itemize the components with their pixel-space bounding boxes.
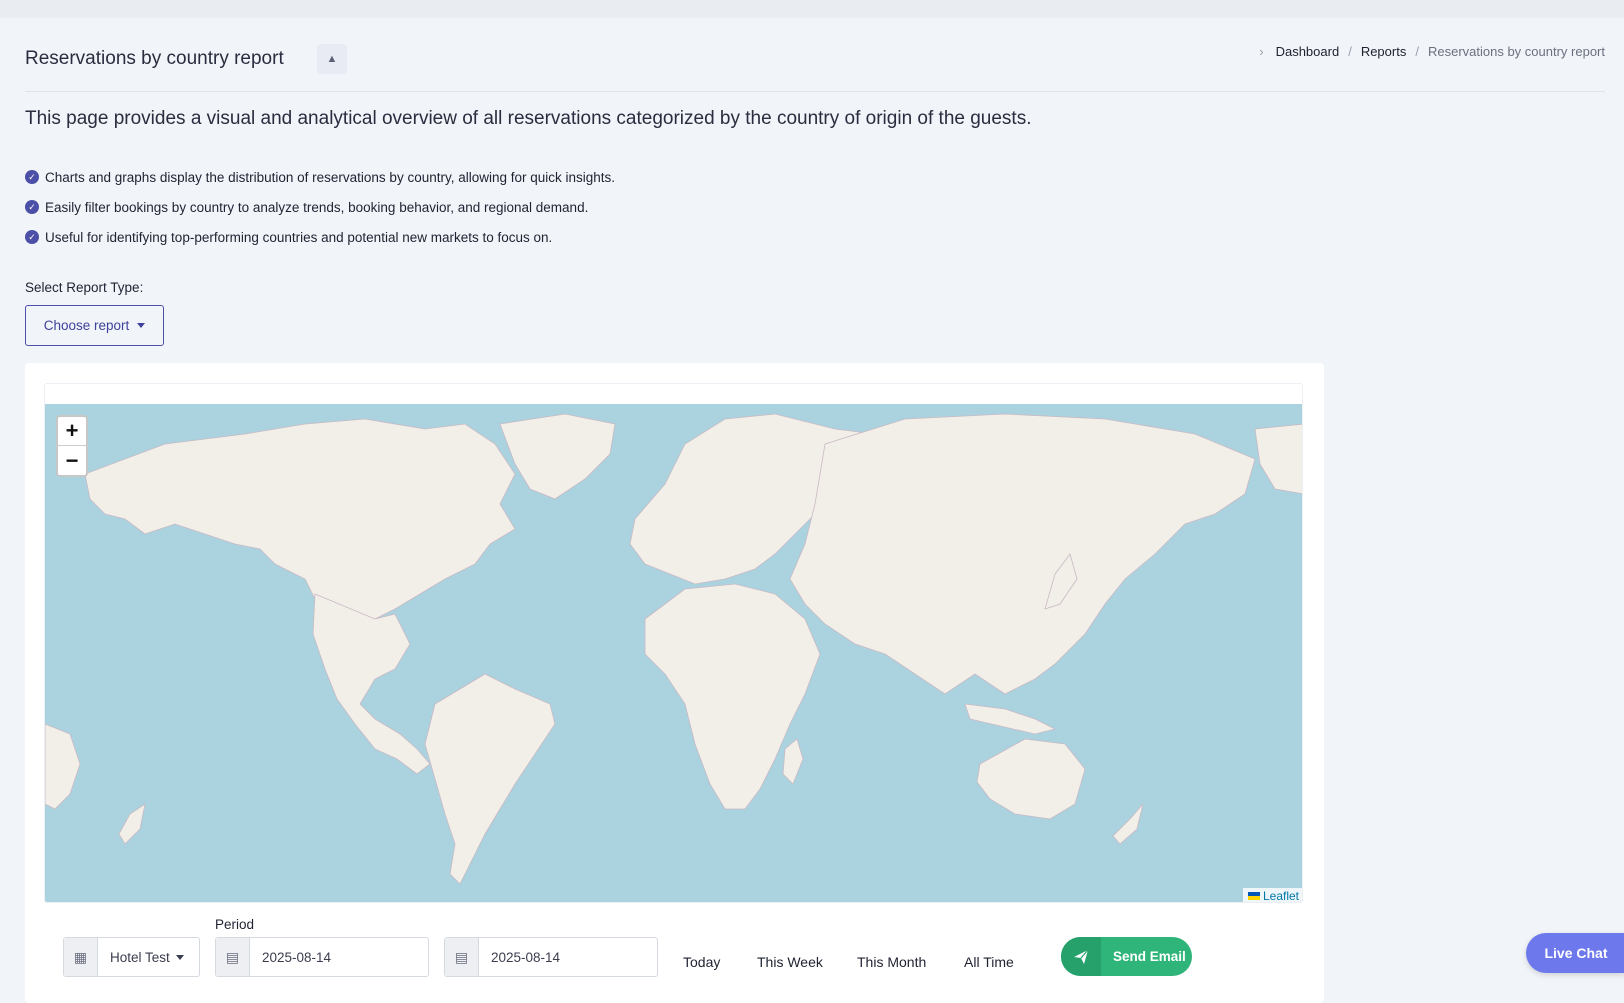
all-time-button[interactable]: All Time [964,947,1014,977]
send-email-label: Send Email [1113,949,1186,964]
feature-list: ✓ Charts and graphs display the distribu… [25,162,615,252]
land-australia [976,738,1086,820]
hotel-name: Hotel Test [110,949,170,965]
check-circle-icon: ✓ [25,170,39,184]
filter-controls: ▦ Hotel Test Period ▤ 2025-08-14 ▤ 2025-… [44,909,1303,999]
list-item-text: Useful for identifying top-performing co… [45,229,553,245]
world-map-tiles [45,413,1302,885]
land-madagascar [782,738,804,785]
report-type-label: Select Report Type: [25,280,144,295]
land-indonesia [964,703,1057,735]
land-south-america [424,673,556,885]
breadcrumb-separator: / [1415,44,1419,59]
today-button[interactable]: Today [683,947,720,977]
list-item-text: Charts and graphs display the distributi… [45,169,616,185]
send-email-button[interactable]: Send Email [1061,937,1192,976]
zoom-control: + − [56,415,88,477]
date-to-field[interactable]: ▤ 2025-08-14 [444,937,658,977]
period-label: Period [215,917,255,932]
list-item: ✓ Useful for identifying top-performing … [25,222,615,252]
page-title: Reservations by country report [25,48,284,69]
breadcrumb: › Dashboard / Reports / Reservations by … [1259,44,1605,59]
map-card: + − Leaflet ▦ Hotel Test Period ▤ 2025-0… [25,363,1324,1003]
ukraine-flag-icon [1247,892,1260,900]
land-greenland [499,413,616,500]
world-map[interactable]: + − Leaflet [45,404,1302,902]
caret-down-icon [137,323,146,328]
choose-report-dropdown[interactable]: Choose report [25,305,164,346]
map-container: + − Leaflet [44,383,1303,903]
check-circle-icon: ✓ [25,200,39,214]
land-central-america [312,593,431,775]
zoom-out-button[interactable]: − [58,446,86,475]
date-from-value[interactable]: 2025-08-14 [250,938,343,976]
chevron-right-icon: › [1259,44,1264,59]
page-header: Reservations by country report ▲ › Dashb… [25,44,1605,92]
date-from-field[interactable]: ▤ 2025-08-14 [215,937,429,977]
breadcrumb-separator: / [1348,44,1352,59]
land-alaska-right [1254,423,1302,495]
this-month-button[interactable]: This Month [857,947,926,977]
calendar-icon: ▤ [445,938,479,976]
choose-report-label: Choose report [43,318,130,333]
attribution-link[interactable]: Leaflet [1263,889,1299,902]
map-attribution[interactable]: Leaflet [1242,888,1302,902]
check-circle-icon: ✓ [25,230,39,244]
land-new-zealand [1112,803,1144,845]
land-asia [789,413,1256,695]
land-north-america [84,418,516,630]
hotel-select-value[interactable]: Hotel Test [98,938,196,976]
zoom-in-button[interactable]: + [58,417,86,446]
top-bar [0,0,1624,18]
list-item: ✓ Charts and graphs display the distribu… [25,162,615,192]
land-new-zealand-left [118,803,146,845]
list-item: ✓ Easily filter bookings by country to a… [25,192,615,222]
breadcrumb-current: Reservations by country report [1427,44,1605,59]
this-week-button[interactable]: This Week [757,947,823,977]
caret-down-icon [175,954,184,960]
land-australia-left [45,723,81,810]
list-item-text: Easily filter bookings by country to ana… [45,199,589,215]
intro-text: This page provides a visual and analytic… [25,108,1032,129]
paper-plane-icon [1061,937,1101,976]
collapse-button[interactable]: ▲ [317,44,347,74]
hotel-select[interactable]: ▦ Hotel Test [63,937,200,977]
building-icon: ▦ [64,938,98,976]
live-chat-button[interactable]: Live Chat [1526,933,1624,973]
breadcrumb-reports[interactable]: Reports [1361,44,1407,59]
breadcrumb-dashboard[interactable]: Dashboard [1276,44,1340,59]
date-to-value[interactable]: 2025-08-14 [479,938,572,976]
calendar-icon: ▤ [216,938,250,976]
